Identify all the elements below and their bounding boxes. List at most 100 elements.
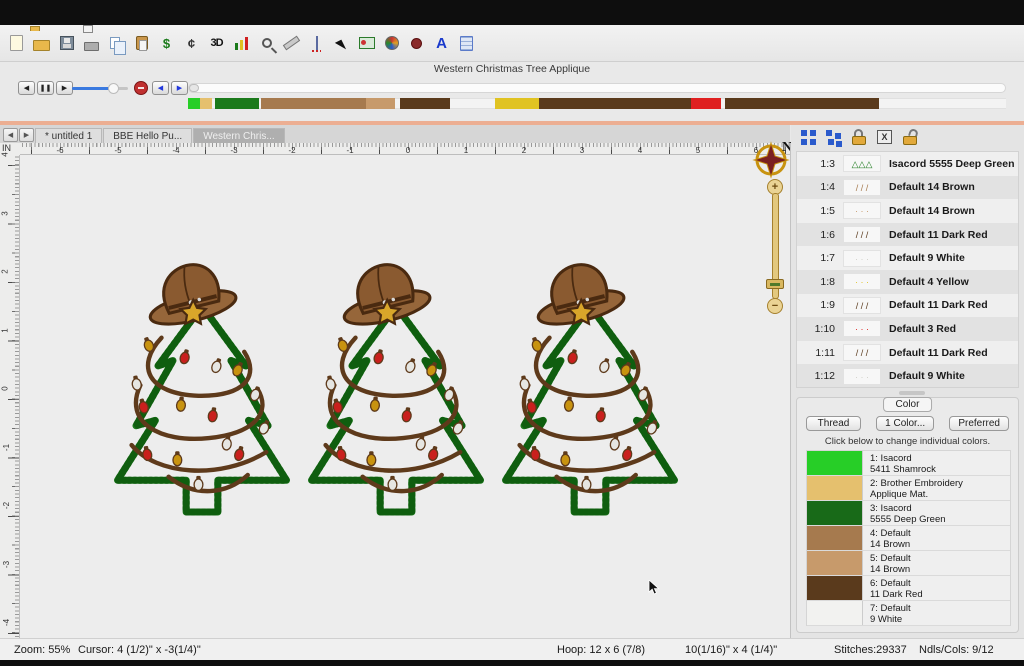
cent-resize-icon[interactable]: ¢ — [180, 30, 203, 56]
preferred-button[interactable]: Preferred — [949, 416, 1009, 431]
color-section: Color Thread 1 Color... Preferred Click … — [796, 397, 1019, 633]
thread-row[interactable]: 1:8 · · · Default 4 Yellow — [797, 270, 1018, 294]
status-size: 10(1/16)" x 4 (1/4)" — [685, 644, 777, 656]
speed-slider-thumb[interactable] — [108, 83, 119, 94]
color-chart-icon[interactable] — [230, 30, 253, 56]
color-row[interactable]: 4: Default14 Brown — [807, 526, 1010, 551]
status-bar: Zoom: 55% Cursor: 4 (1/2)" x -3(1/4)" Ho… — [0, 638, 1024, 660]
thread-thumbnail: · · · — [843, 368, 881, 385]
color-swatch[interactable] — [807, 601, 863, 625]
step-back-button[interactable]: ◀ — [152, 81, 169, 95]
play-button[interactable]: ▶ — [56, 81, 73, 95]
tab-scroll-right-icon[interactable]: ▶ — [19, 128, 34, 142]
new-document-icon[interactable] — [5, 30, 28, 56]
zoom-out-button[interactable]: − — [767, 298, 783, 314]
unlock-icon[interactable] — [902, 128, 918, 146]
color-row[interactable]: 3: Isacord5555 Deep Green — [807, 501, 1010, 526]
color-row[interactable]: 5: Default14 Brown — [807, 551, 1010, 576]
measure-icon[interactable] — [280, 30, 303, 56]
color-swatch[interactable] — [807, 501, 863, 525]
lettering-icon[interactable]: A — [430, 30, 453, 56]
stop-button[interactable] — [134, 81, 148, 95]
stitch-scrubber-thumb[interactable] — [189, 84, 199, 92]
thread-row[interactable]: 1:7 · · · Default 9 White — [797, 246, 1018, 270]
ruler-top-label: 3 — [580, 146, 584, 155]
tab-untitled[interactable]: * untitled 1 — [35, 128, 102, 143]
color-swatch[interactable] — [807, 551, 863, 575]
panel-resize-handle[interactable] — [899, 391, 925, 395]
image-frame-icon[interactable] — [355, 30, 378, 56]
save-icon[interactable] — [55, 30, 78, 56]
thread-row[interactable]: 1:10 · · · Default 3 Red — [797, 317, 1018, 341]
thread-row[interactable]: 1:9 / / / Default 11 Dark Red — [797, 294, 1018, 318]
stitch-color-bar[interactable] — [188, 98, 1006, 109]
color-swatch[interactable] — [807, 526, 863, 550]
thread-row[interactable]: 1:11 / / / Default 11 Dark Red — [797, 341, 1018, 365]
thread-number: 1:6 — [805, 229, 835, 241]
ruler-horizontal: -6-5-4-3-2-10123456 — [20, 143, 790, 155]
embroidery-design-1[interactable] — [113, 255, 291, 519]
color-segment — [261, 98, 366, 109]
color-label: 1: Isacord5411 Shamrock — [863, 451, 1010, 475]
playback-controls: ◀ ❚❚ ▶ ◀ ▶ — [0, 80, 1024, 98]
3d-view-icon[interactable]: 3D — [205, 30, 228, 56]
thread-name: Default 4 Yellow — [889, 276, 969, 288]
color-group-icon[interactable] — [801, 130, 807, 136]
ruler-top-label: 4 — [638, 146, 642, 155]
color-row[interactable]: 1: Isacord5411 Shamrock — [807, 451, 1010, 476]
tab-bbe-hello[interactable]: BBE Hello Pu... — [103, 128, 192, 143]
speed-slider[interactable] — [72, 87, 128, 90]
ruler-top-label: 5 — [696, 146, 700, 155]
paste-icon[interactable] — [130, 30, 153, 56]
pause-button[interactable]: ❚❚ — [37, 81, 54, 95]
thread-row[interactable]: 1:5 · · · Default 14 Brown — [797, 199, 1018, 223]
color-swatch[interactable] — [807, 451, 863, 475]
pointer-icon[interactable] — [330, 30, 353, 56]
thread-name: Default 11 Dark Red — [889, 347, 988, 359]
copy-icon[interactable] — [105, 30, 128, 56]
zoom-slider-handle[interactable] — [766, 279, 784, 289]
color-row[interactable]: 2: Brother EmbroideryApplique Mat. — [807, 476, 1010, 501]
design-wheel-icon[interactable] — [380, 30, 403, 56]
color-segment — [725, 98, 879, 109]
embroidery-design-2[interactable] — [307, 255, 485, 519]
color-segment — [366, 98, 395, 109]
ruler-top-label: 0 — [406, 146, 410, 155]
main-toolbar: $ ¢ 3D A — [0, 25, 1024, 62]
dollar-resize-icon[interactable]: $ — [155, 30, 178, 56]
machine-needle-icon[interactable] — [305, 30, 328, 56]
rewind-button[interactable]: ◀ — [18, 81, 35, 95]
thread-button[interactable]: Thread — [806, 416, 861, 431]
tab-western-christmas[interactable]: Western Chris... — [193, 128, 285, 143]
canvas-zoom-slider[interactable]: + − — [764, 179, 786, 314]
tab-scroll-left-icon[interactable]: ◀ — [3, 128, 18, 142]
thread-row[interactable]: 1:12 · · · Default 9 White — [797, 364, 1018, 388]
open-file-icon[interactable] — [30, 30, 53, 56]
design-canvas[interactable] — [20, 155, 790, 638]
step-forward-button[interactable]: ▶ — [171, 81, 188, 95]
thread-row[interactable]: 1:3 △△△ Isacord 5555 Deep Green — [797, 152, 1018, 176]
thread-number: 1:11 — [805, 347, 835, 359]
notes-page-icon[interactable] — [455, 30, 478, 56]
lock-icon[interactable] — [851, 128, 867, 146]
zoom-icon[interactable] — [255, 30, 278, 56]
delete-box-icon[interactable]: X — [877, 130, 892, 144]
thread-row[interactable]: 1:6 / / / Default 11 Dark Red — [797, 223, 1018, 247]
thread-row[interactable]: 1:4 / / / Default 14 Brown — [797, 176, 1018, 200]
color-segment — [495, 98, 539, 109]
panel-toolbar: X — [791, 125, 1024, 149]
color-row[interactable]: 7: Default9 White — [807, 601, 1010, 626]
one-color-button[interactable]: 1 Color... — [876, 416, 934, 431]
color-label: 2: Brother EmbroideryApplique Mat. — [863, 476, 1010, 500]
color-sequence-icon[interactable] — [826, 130, 832, 136]
print-icon[interactable] — [80, 30, 103, 56]
thread-name: Default 14 Brown — [889, 205, 975, 217]
thread-spool-icon[interactable] — [405, 30, 428, 56]
color-swatch[interactable] — [807, 476, 863, 500]
color-swatch[interactable] — [807, 576, 863, 600]
ruler-vertical: 43210-1-2-3-4 — [0, 155, 20, 638]
color-row[interactable]: 6: Default11 Dark Red — [807, 576, 1010, 601]
embroidery-design-3[interactable] — [501, 255, 679, 519]
thread-number: 1:12 — [805, 370, 835, 382]
stitch-scrubber-track[interactable] — [188, 83, 1006, 93]
